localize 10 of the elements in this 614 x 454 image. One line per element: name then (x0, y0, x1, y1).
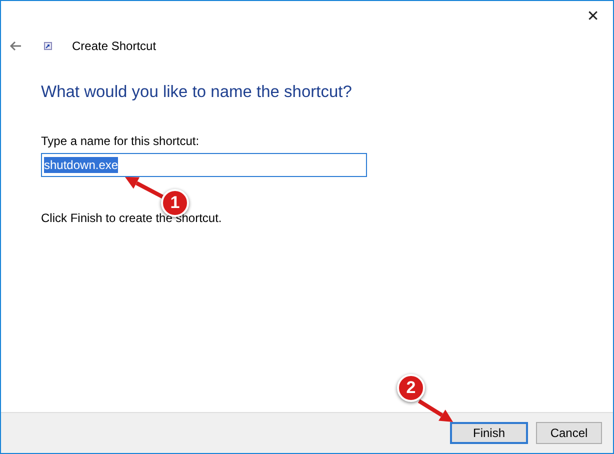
close-button[interactable]: ✕ (573, 1, 613, 31)
dialog-button[interactable]: Cancel (536, 422, 602, 444)
heading: What would you like to name the shortcut? (41, 83, 353, 102)
window-title: Create Shortcut (72, 39, 156, 53)
shortcut-icon (44, 42, 52, 50)
name-field[interactable]: shutdown.exe (41, 153, 367, 177)
step-badge: 2 (397, 374, 425, 402)
back-arrow-icon[interactable] (9, 41, 22, 51)
field-label: Type a name for this shortcut: (41, 134, 200, 148)
default-button[interactable]: Finish (450, 422, 528, 444)
